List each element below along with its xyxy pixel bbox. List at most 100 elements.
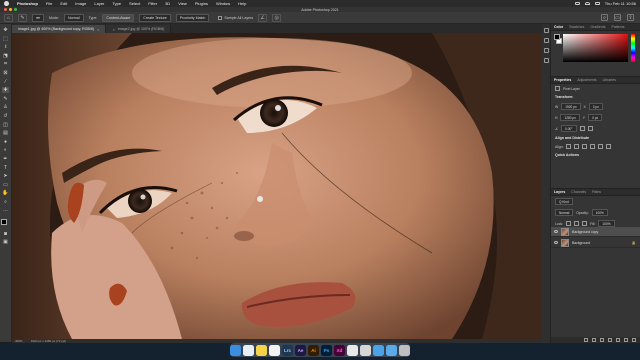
clone-stamp-tool-icon[interactable]: ♙ [2, 104, 9, 110]
quick-mask-icon[interactable]: ◙ [2, 231, 9, 237]
menu-edit[interactable]: Edit [60, 1, 67, 6]
history-panel-icon[interactable] [543, 28, 549, 33]
dock-app-finder[interactable] [230, 344, 241, 356]
brush-tool-icon[interactable]: ✎ [2, 96, 9, 102]
tab-gradients[interactable]: Gradients [590, 25, 605, 29]
path-select-tool-icon[interactable]: ➤ [2, 173, 9, 179]
tab-patterns[interactable]: Patterns [612, 25, 625, 29]
paragraph-panel-icon[interactable] [543, 58, 549, 63]
align-bottom-icon[interactable] [606, 144, 612, 149]
dodge-tool-icon[interactable]: ◐ [2, 147, 9, 153]
menu-type[interactable]: Type [112, 1, 121, 6]
menu-file[interactable]: File [46, 1, 52, 6]
dock-app-photoshop[interactable]: Ps [321, 344, 332, 356]
move-tool-icon[interactable]: ✥ [2, 27, 9, 33]
control-center-icon[interactable] [594, 2, 600, 5]
workspace-icon[interactable]: ▭ [614, 14, 621, 21]
dock-app-lightroom[interactable]: Lrc [282, 344, 293, 356]
tab-libraries[interactable]: Libraries [603, 78, 616, 82]
dock-app-screenshot[interactable] [360, 344, 371, 356]
dock-app-camera[interactable] [347, 344, 358, 356]
close-window-button[interactable] [4, 8, 7, 11]
shape-tool-icon[interactable]: ▭ [2, 182, 9, 188]
close-tab-icon[interactable]: × [97, 27, 99, 32]
battery-icon[interactable] [574, 2, 580, 5]
lock-pixels-icon[interactable] [566, 221, 572, 226]
pressure-icon[interactable]: ◎ [272, 13, 282, 22]
width-field[interactable]: 1920 px [561, 103, 581, 110]
dock-app-illustrator[interactable]: Ai [308, 344, 319, 356]
angle-icon[interactable]: ∠ [258, 13, 268, 22]
flip-vertical-icon[interactable] [587, 126, 593, 131]
history-brush-tool-icon[interactable]: ↺ [2, 113, 9, 119]
frame-tool-icon[interactable]: ⊠ [2, 70, 9, 76]
foreground-color-mini[interactable] [554, 34, 560, 40]
layer-row-background-copy[interactable]: Background copy [551, 227, 640, 237]
new-layer-icon[interactable] [624, 338, 628, 342]
document-tab-image1[interactable]: image1.jpg @ 400% (Background copy, RGB/… [12, 25, 107, 33]
y-field[interactable]: 0 px [588, 114, 603, 121]
tab-color[interactable]: Color [554, 25, 563, 29]
tab-adjustments[interactable]: Adjustments [577, 78, 596, 82]
dock-app-downloads[interactable] [386, 344, 397, 356]
zoom-window-button[interactable] [14, 8, 17, 11]
visibility-eye-icon[interactable] [554, 241, 558, 244]
object-select-tool-icon[interactable]: ⬔ [2, 53, 9, 59]
lasso-tool-icon[interactable]: ℓ [2, 44, 9, 50]
color-picker-field[interactable] [563, 34, 628, 62]
app-menu[interactable]: Photoshop [17, 1, 38, 6]
dock-app-folder[interactable] [373, 344, 384, 356]
new-group-icon[interactable] [616, 338, 620, 342]
brush-panel-icon[interactable] [543, 38, 549, 43]
brush-size-picker[interactable]: ●▾ [32, 13, 44, 22]
dock-app-xd[interactable]: Xd [334, 344, 345, 356]
crop-tool-icon[interactable]: ⌗ [2, 61, 9, 67]
height-field[interactable]: 1280 px [560, 114, 580, 121]
dock-app-safari[interactable] [243, 344, 254, 356]
layer-kind-filter[interactable]: Q Kind [555, 198, 573, 205]
tab-swatches[interactable]: Swatches [569, 25, 584, 29]
align-middle-icon[interactable] [598, 144, 604, 149]
type-tool-icon[interactable]: T [2, 165, 9, 171]
menu-filter[interactable]: Filter [148, 1, 157, 6]
align-top-icon[interactable] [590, 144, 596, 149]
visibility-eye-icon[interactable] [554, 230, 558, 233]
eyedropper-tool-icon[interactable]: ⁄ [2, 79, 9, 85]
menu-select[interactable]: Select [129, 1, 140, 6]
menu-help[interactable]: Help [238, 1, 246, 6]
search-icon[interactable]: ⌕ [601, 14, 608, 21]
hand-tool-icon[interactable]: ✋ [2, 190, 9, 196]
lock-position-icon[interactable] [574, 221, 580, 226]
type-create-texture-button[interactable]: Create Texture [139, 13, 171, 22]
dock-app-photos[interactable] [269, 344, 280, 356]
home-icon[interactable]: ⌂ [4, 13, 13, 22]
minimize-window-button[interactable] [9, 8, 12, 11]
tab-paths[interactable]: Paths [592, 190, 601, 194]
align-center-icon[interactable] [574, 144, 580, 149]
foreground-color-swatch[interactable] [1, 219, 7, 226]
checkbox-box[interactable] [218, 15, 223, 20]
hue-slider[interactable] [631, 34, 635, 62]
angle-field[interactable]: 0.00° [561, 125, 577, 132]
menu-window[interactable]: Window [216, 1, 230, 6]
tab-channels[interactable]: Channels [571, 190, 586, 194]
add-mask-icon[interactable] [600, 338, 604, 342]
color-swatches[interactable] [1, 219, 10, 229]
close-tab-icon[interactable]: × [112, 27, 114, 32]
menu-view[interactable]: View [178, 1, 187, 6]
align-left-icon[interactable] [566, 144, 572, 149]
zoom-tool-icon[interactable]: ⌕ [2, 199, 9, 205]
mode-select[interactable]: Normal [63, 13, 84, 22]
quick-actions-header[interactable]: Quick Actions [551, 151, 640, 159]
type-content-aware-button[interactable]: Content-Aware [102, 13, 135, 22]
menubar-clock[interactable]: Thu Feb 11 10:56 [605, 1, 636, 6]
tab-layers[interactable]: Layers [554, 190, 565, 194]
menu-image[interactable]: Image [75, 1, 86, 6]
dock-app-trash[interactable] [399, 344, 410, 356]
type-proximity-match-button[interactable]: Proximity Match [175, 13, 210, 22]
blur-tool-icon[interactable]: ● [2, 139, 9, 145]
menu-3d[interactable]: 3D [165, 1, 170, 6]
spot-healing-tool-icon[interactable]: ✚ [2, 87, 9, 94]
link-layers-icon[interactable] [584, 338, 588, 342]
gradient-tool-icon[interactable]: ▤ [2, 130, 9, 136]
